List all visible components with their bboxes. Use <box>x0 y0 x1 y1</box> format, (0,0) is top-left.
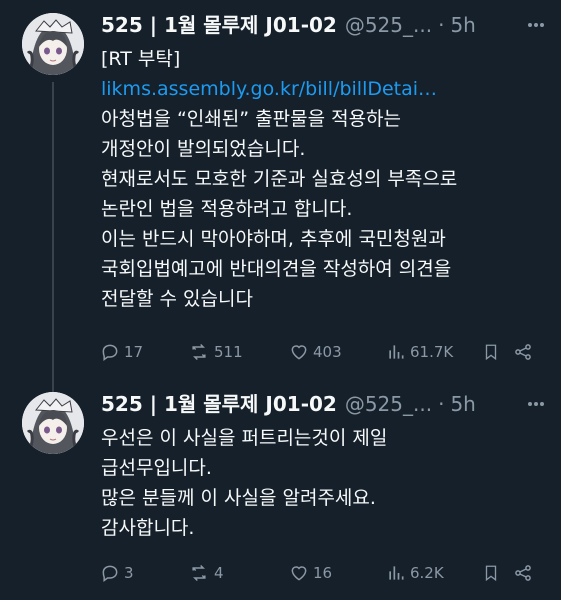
tweet-text-line: 개정안이 발의되었습니다. <box>101 138 306 160</box>
tweet-header: 525 | 1월 몰루제 J01-02 @525_... · 5h <box>101 8 521 42</box>
tweet-text-line: 이는 반드시 막아야하며, 추후에 국민청원과 <box>101 228 446 250</box>
share-button[interactable] <box>513 337 533 367</box>
reply-icon <box>102 565 118 582</box>
like-button[interactable]: 16 <box>289 558 332 588</box>
tweet-text-line: 우선은 이 사실을 퍼트리는것이 제일 <box>101 427 388 449</box>
share-icon <box>515 344 531 360</box>
reply-count: 3 <box>124 564 134 582</box>
reply-button[interactable]: 3 <box>100 558 134 588</box>
author-name[interactable]: 525 | 1월 몰루제 J01-02 <box>101 387 337 421</box>
timestamp[interactable]: 5h <box>450 387 475 421</box>
repost-button[interactable]: 4 <box>188 558 224 588</box>
tweet[interactable]: 525 | 1월 몰루제 J01-02 @525_... · 5h 우선은 이 … <box>0 385 561 600</box>
share-icon <box>515 565 531 581</box>
bookmark-button[interactable] <box>482 558 500 588</box>
more-button[interactable] <box>524 389 548 419</box>
views-button[interactable]: 61.7K <box>386 337 453 367</box>
bookmark-icon <box>485 344 497 361</box>
separator-dot: · <box>438 13 445 37</box>
reply-count: 17 <box>124 343 144 361</box>
tweet-text-line: 급선무입니다. <box>101 457 212 479</box>
tweet-text-line: 국회입법예고에 반대의견을 작성하여 의견을 <box>101 258 452 280</box>
like-button[interactable]: 403 <box>289 337 342 367</box>
bookmark-button[interactable] <box>482 337 500 367</box>
tweet-text-line: [RT 부탁] <box>101 48 181 70</box>
author-handle[interactable]: @525_... <box>345 8 432 42</box>
tweet-text-line: 현재로서도 모호한 기준과 실효성의 부족으로 <box>101 168 458 190</box>
views-icon <box>389 345 404 359</box>
tweet-text-line: 논란인 법을 적용하려고 합니다. <box>101 198 353 220</box>
timestamp[interactable]: 5h <box>450 8 475 42</box>
more-icon <box>528 402 544 406</box>
views-count: 6.2K <box>410 564 444 582</box>
views-icon <box>389 566 404 580</box>
avatar[interactable] <box>22 392 84 454</box>
tweet[interactable]: 525 | 1월 몰루제 J01-02 @525_... · 5h [RT 부탁… <box>0 0 561 385</box>
heart-icon <box>291 566 307 581</box>
tweet-text-line: 전달할 수 있습니다 <box>101 288 253 310</box>
author-handle[interactable]: @525_... <box>345 387 432 421</box>
views-button[interactable]: 6.2K <box>386 558 444 588</box>
reply-button[interactable]: 17 <box>100 337 143 367</box>
bookmark-icon <box>485 565 497 582</box>
views-count: 61.7K <box>410 343 454 361</box>
tweet-text-line: 아청법을 “인쇄된” 출판물을 적용하는 <box>101 108 402 130</box>
share-button[interactable] <box>513 558 533 588</box>
heart-icon <box>291 345 307 360</box>
like-count: 16 <box>313 564 333 582</box>
repost-count: 511 <box>214 343 243 361</box>
tweet-actions: 3 4 16 6.2K <box>100 558 551 588</box>
tweet-header: 525 | 1월 몰루제 J01-02 @525_... · 5h <box>101 387 521 421</box>
tweet-actions: 17 511 403 61.7K <box>100 337 551 367</box>
tweet-text: [RT 부탁] likms.assembly.go.kr/bill/billDe… <box>101 44 543 314</box>
repost-button[interactable]: 511 <box>188 337 243 367</box>
more-icon <box>528 23 544 27</box>
more-button[interactable] <box>524 10 548 40</box>
repost-icon <box>192 564 206 582</box>
separator-dot: · <box>438 392 445 416</box>
author-name[interactable]: 525 | 1월 몰루제 J01-02 <box>101 8 337 42</box>
like-count: 403 <box>313 343 342 361</box>
tweet-link[interactable]: likms.assembly.go.kr/bill/billDetai… <box>101 74 543 104</box>
tweet-text-line: 많은 분들께 이 사실을 알려주세요. <box>101 487 376 509</box>
avatar[interactable] <box>22 13 84 75</box>
repost-icon <box>192 343 206 361</box>
tweet-text: 우선은 이 사실을 퍼트리는것이 제일 급선무입니다. 많은 분들께 이 사실을… <box>101 423 543 543</box>
reply-icon <box>102 344 118 361</box>
tweet-text-line: 감사합니다. <box>101 517 195 539</box>
repost-count: 4 <box>214 564 224 582</box>
